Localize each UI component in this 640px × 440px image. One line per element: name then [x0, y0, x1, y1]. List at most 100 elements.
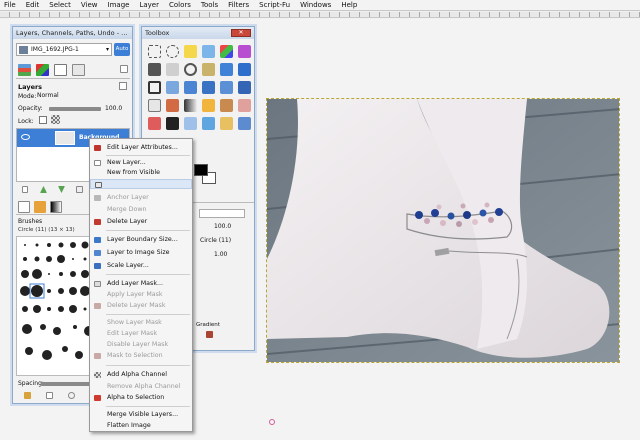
menu-script-fu[interactable]: Script-Fu: [259, 1, 290, 9]
mode-select[interactable]: Normal: [37, 92, 129, 101]
edit-brush-icon[interactable]: [24, 392, 31, 399]
new-layer-icon[interactable]: [22, 186, 28, 193]
tab-layers-icon[interactable]: [18, 64, 31, 76]
menu-item-new-from-visible[interactable]: New from Visible: [90, 168, 192, 178]
image-selector[interactable]: IMG_1692.JPG-1 ▾: [16, 43, 112, 56]
menu-item-merge-down[interactable]: Merge Down: [90, 205, 192, 215]
reset-icon[interactable]: [206, 331, 213, 338]
opacity-value[interactable]: 100.0: [105, 105, 122, 112]
smudge-tool[interactable]: [220, 117, 233, 130]
airbrush-tool[interactable]: [148, 117, 161, 130]
menu-item-delete-layer[interactable]: Delete Layer: [90, 217, 192, 227]
menu-item-new-layer[interactable]: New Layer...: [90, 158, 192, 168]
tab-brushes-icon[interactable]: [18, 201, 30, 213]
text-tool[interactable]: [148, 99, 161, 112]
paths-tool[interactable]: [148, 63, 161, 76]
eye-icon[interactable]: [21, 134, 30, 140]
menu-file[interactable]: File: [4, 1, 16, 9]
rotate-tool[interactable]: [166, 81, 179, 94]
lock-pixels-checkbox[interactable]: [39, 116, 47, 124]
scale-field[interactable]: 1.00: [214, 251, 227, 258]
foreground-color-swatch[interactable]: [194, 164, 208, 176]
lower-layer-icon[interactable]: [58, 186, 65, 193]
lock-alpha-icon[interactable]: [51, 115, 60, 124]
menu-item-add-layer-mask[interactable]: Add Layer Mask...: [90, 279, 192, 289]
eraser-tool[interactable]: [238, 99, 251, 112]
ink-tool[interactable]: [166, 117, 179, 130]
blend-tool[interactable]: [184, 99, 197, 112]
tab-channels-icon[interactable]: [36, 64, 49, 76]
menu-separator: [106, 274, 190, 275]
menu-select[interactable]: Select: [49, 1, 71, 9]
rect-select-tool[interactable]: [148, 45, 161, 58]
menu-item-duplicate-layer[interactable]: Duplicate Layer: [90, 179, 192, 189]
bucket-fill-tool[interactable]: [166, 99, 179, 112]
delete-mask-icon: [94, 303, 101, 309]
menu-help[interactable]: Help: [341, 1, 357, 9]
crop-tool[interactable]: [148, 81, 161, 94]
fuzzy-select-tool[interactable]: [202, 45, 215, 58]
menu-colors[interactable]: Colors: [169, 1, 191, 9]
opacity-field[interactable]: 100.0: [214, 223, 231, 230]
menu-item-scale-layer[interactable]: Scale Layer...: [90, 261, 192, 271]
opacity-slider[interactable]: [49, 107, 101, 111]
menu-item-layer-boundary-size[interactable]: Layer Boundary Size...: [90, 235, 192, 245]
tab-gradients-icon[interactable]: [50, 201, 62, 213]
menu-edit[interactable]: Edit: [26, 1, 40, 9]
tab-patterns-icon[interactable]: [34, 201, 46, 213]
heal-tool[interactable]: [202, 117, 215, 130]
menu-item-merge-visible-layers[interactable]: Merge Visible Layers...: [90, 410, 192, 420]
align-tool[interactable]: [238, 63, 251, 76]
menu-view[interactable]: View: [81, 1, 98, 9]
pencil-tool[interactable]: [202, 99, 215, 112]
menu-windows[interactable]: Windows: [300, 1, 331, 9]
menu-item-edit-layer-attributes[interactable]: Edit Layer Attributes...: [90, 143, 192, 153]
menu-item-layer-to-image-size[interactable]: Layer to Image Size: [90, 248, 192, 258]
menu-layer[interactable]: Layer: [139, 1, 159, 9]
menu-item-mask-to-selection[interactable]: Mask to Selection: [90, 351, 192, 361]
free-select-tool[interactable]: [184, 45, 197, 58]
refresh-brushes-icon[interactable]: [68, 392, 75, 399]
tab-undo-icon[interactable]: [72, 64, 85, 76]
flip-tool[interactable]: [238, 81, 251, 94]
scissors-tool[interactable]: [238, 45, 251, 58]
menu-item-remove-alpha-channel[interactable]: Remove Alpha Channel: [90, 382, 192, 392]
perspective-tool[interactable]: [220, 81, 233, 94]
move-tool[interactable]: [220, 63, 233, 76]
menu-filters[interactable]: Filters: [228, 1, 249, 9]
menu-tools[interactable]: Tools: [201, 1, 218, 9]
auto-button[interactable]: Auto: [114, 43, 130, 56]
paintbrush-tool[interactable]: [220, 99, 233, 112]
menu-item-edit-layer-mask[interactable]: Edit Layer Mask: [90, 329, 192, 339]
new-brush-icon[interactable]: [46, 392, 53, 399]
toolbox-titlebar[interactable]: Toolbox ✕: [142, 27, 254, 39]
ellipse-select-tool[interactable]: [166, 45, 179, 58]
measure-tool[interactable]: [202, 63, 215, 76]
tab-paths-icon[interactable]: [54, 64, 67, 76]
color-select-tool[interactable]: [220, 45, 233, 58]
shear-tool[interactable]: [202, 81, 215, 94]
mode-dropdown[interactable]: [199, 209, 245, 218]
menu-item-flatten-image[interactable]: Flatten Image: [90, 421, 192, 431]
dodge-burn-tool[interactable]: [238, 117, 251, 130]
clone-tool[interactable]: [184, 117, 197, 130]
color-picker-tool[interactable]: [166, 63, 179, 76]
menu-item-alpha-to-selection[interactable]: Alpha to Selection: [90, 393, 192, 403]
close-icon[interactable]: ✕: [231, 29, 251, 37]
menu-item-add-alpha-channel[interactable]: Add Alpha Channel: [90, 370, 192, 380]
menu-image[interactable]: Image: [108, 1, 130, 9]
canvas-photo[interactable]: [266, 98, 620, 363]
menu-item-apply-layer-mask[interactable]: Apply Layer Mask: [90, 290, 192, 300]
zoom-tool[interactable]: [184, 63, 197, 76]
raise-layer-icon[interactable]: [40, 186, 47, 193]
scale-tool[interactable]: [184, 81, 197, 94]
duplicate-icon[interactable]: [76, 186, 83, 193]
menu-item-delete-layer-mask[interactable]: Delete Layer Mask: [90, 301, 192, 311]
layers-dock-titlebar[interactable]: Layers, Channels, Paths, Undo - Br...: [13, 27, 132, 39]
panel-menu-icon[interactable]: [119, 82, 127, 90]
menu-item-show-layer-mask[interactable]: Show Layer Mask: [90, 318, 192, 328]
menu-item-anchor-layer[interactable]: Anchor Layer: [90, 193, 192, 203]
fg-bg-colors[interactable]: [194, 164, 218, 186]
dock-menu-icon[interactable]: [120, 65, 128, 73]
menu-item-disable-layer-mask[interactable]: Disable Layer Mask: [90, 340, 192, 350]
